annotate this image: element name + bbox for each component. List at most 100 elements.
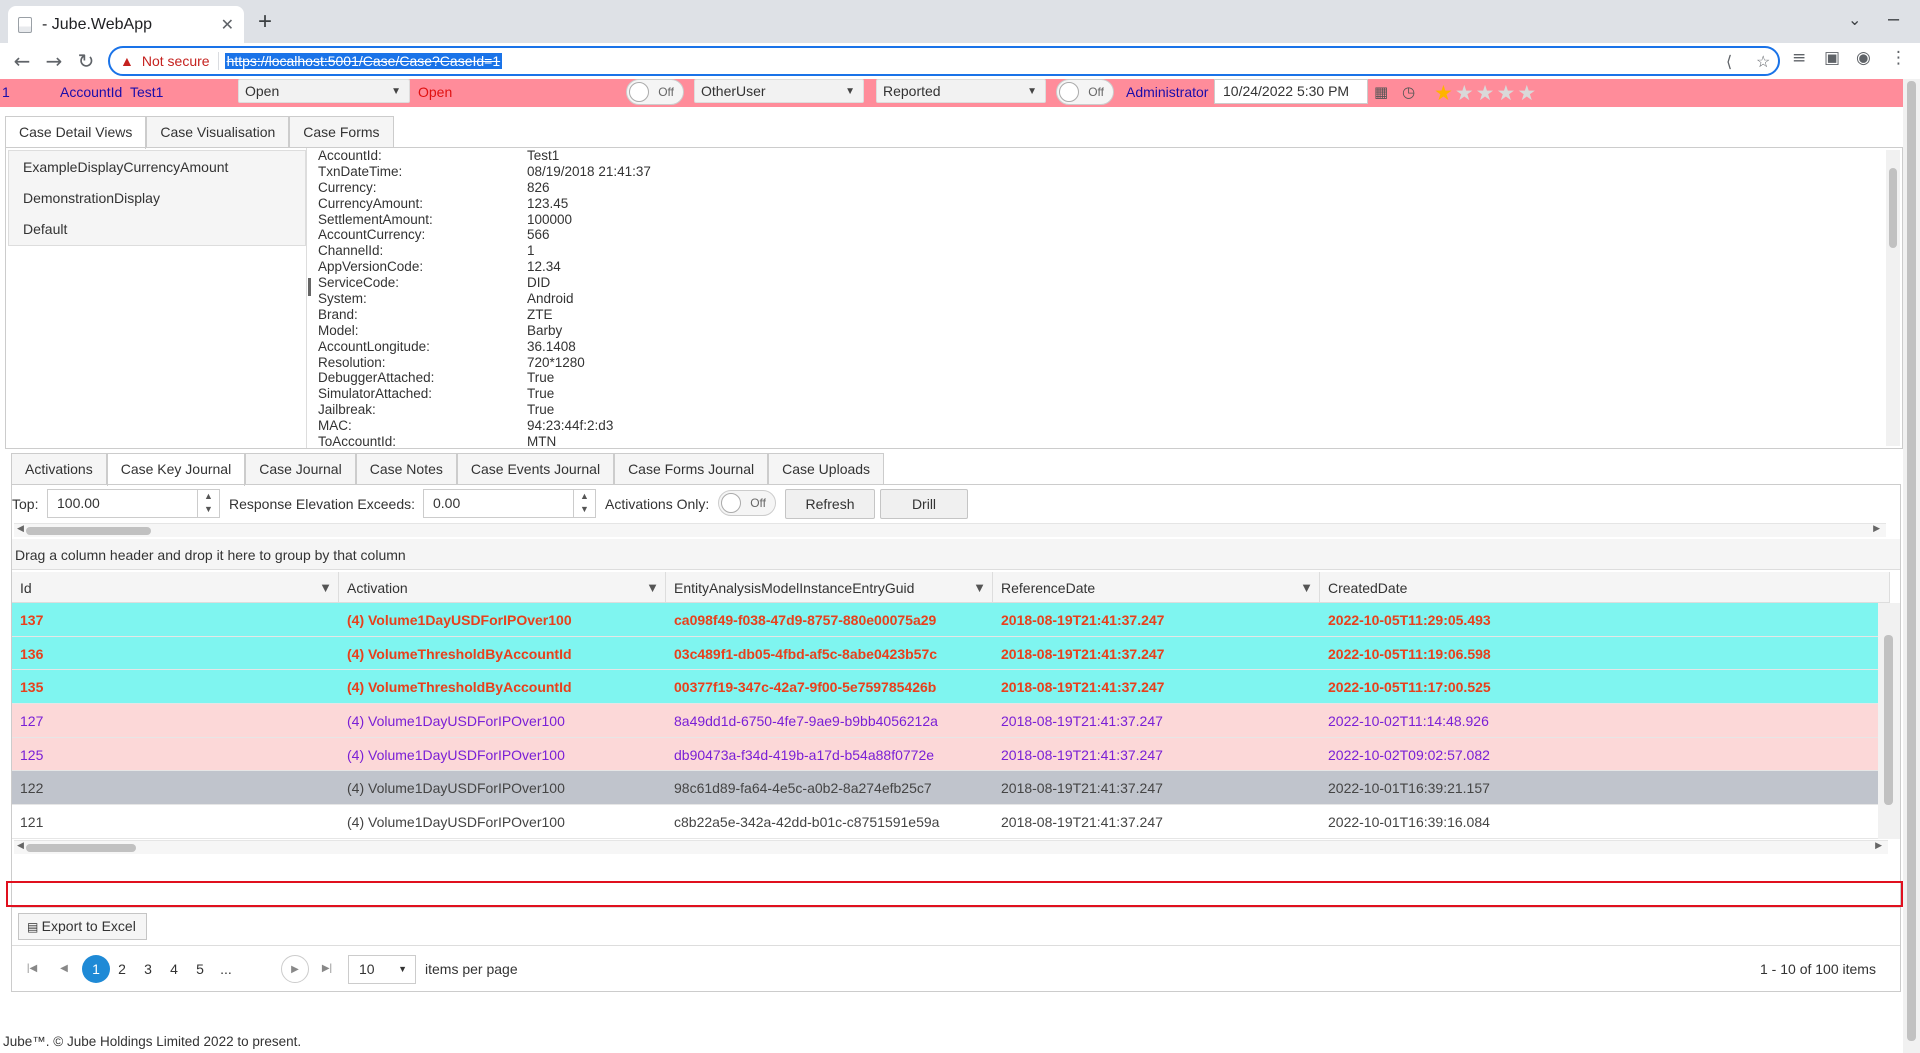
grid-horizontal-scrollbar[interactable]: ◀ ▶ — [14, 840, 1888, 854]
page-button[interactable]: ... — [212, 955, 240, 983]
tab-case-forms[interactable]: Case Forms — [289, 116, 394, 148]
column-header-label: ReferenceDate — [1001, 580, 1096, 596]
tab-activations[interactable]: Activations — [11, 453, 107, 485]
reload-icon[interactable]: ↻ — [72, 47, 100, 75]
lock-switch[interactable]: Off — [626, 79, 684, 105]
tab-search-icon[interactable]: ⌄ — [1848, 10, 1861, 30]
page-scrollbar[interactable] — [1903, 79, 1920, 1053]
toolbar-horizontal-scrollbar[interactable]: ◀ ▶ — [14, 523, 1886, 537]
clock-icon[interactable]: ◷ — [1402, 83, 1415, 101]
first-page-icon[interactable]: |◀ — [18, 955, 46, 983]
activations-only-switch[interactable]: Off — [718, 490, 776, 516]
tab-case-key-journal[interactable]: Case Key Journal — [106, 453, 246, 486]
view-item-demonstration-display[interactable]: DemonstrationDisplay — [9, 182, 305, 213]
group-by-drop-zone[interactable]: Drag a column header and drop it here to… — [12, 539, 1900, 570]
rating-star-icon[interactable]: ★ — [1455, 81, 1476, 105]
last-page-icon[interactable]: ▶| — [313, 955, 341, 983]
scroll-left-icon[interactable]: ◀ — [17, 841, 24, 851]
page-size-select[interactable]: 10 ▼ — [348, 955, 416, 984]
top-spinner-icon[interactable]: ▲ ▼ — [197, 490, 219, 517]
address-bar[interactable]: ▲ Not secure https://localhost:5001/Case… — [108, 46, 1780, 76]
column-header[interactable]: CreatedDate — [1320, 572, 1890, 603]
side-panel-icon[interactable]: ▣ — [1824, 48, 1840, 68]
rating-star-icon[interactable]: ★ — [1476, 81, 1497, 105]
view-item-example-display-currency-amount[interactable]: ExampleDisplayCurrencyAmount — [9, 151, 305, 182]
page-button[interactable]: 5 — [186, 955, 214, 983]
case-status-select[interactable]: Open ▼ — [238, 79, 410, 103]
grid-vertical-scrollbar[interactable] — [1878, 603, 1900, 839]
tab-case-events-journal[interactable]: Case Events Journal — [456, 453, 615, 485]
detail-row: CurrencyAmount: 123.45 — [318, 196, 1888, 212]
page-button[interactable]: 1 — [82, 955, 110, 983]
scroll-right-icon[interactable]: ▶ — [1875, 841, 1882, 851]
export-to-excel-button[interactable]: ▤ Export to Excel — [18, 913, 147, 940]
next-page-icon[interactable]: ▶ — [281, 955, 309, 983]
table-row[interactable]: 136 (4) VolumeThresholdByAccountId 03c489f… — [12, 636, 1890, 671]
filter-icon[interactable]: ▼ — [973, 580, 986, 595]
filter-icon[interactable]: ▼ — [646, 580, 659, 595]
rating-star-icon[interactable]: ★ — [1434, 81, 1455, 105]
scrollbar-thumb[interactable] — [1907, 81, 1916, 1041]
tab-case-notes[interactable]: Case Notes — [355, 453, 457, 485]
response-elevation-value: 0.00 — [433, 495, 461, 511]
elevation-spinner-icon[interactable]: ▲ ▼ — [573, 490, 595, 517]
column-header[interactable]: Id ▼ — [12, 572, 339, 603]
view-item-default[interactable]: Default — [9, 213, 305, 244]
url-text[interactable]: https://localhost:5001/Case/Case?CaseId=… — [224, 53, 503, 69]
tab-case-visualisation[interactable]: Case Visualisation — [146, 116, 290, 148]
page-button[interactable]: 3 — [134, 955, 162, 983]
response-elevation-input[interactable]: 0.00 ▲ ▼ — [423, 489, 596, 518]
detail-key: ChannelId: — [318, 243, 384, 259]
previous-page-icon[interactable]: ◀ — [50, 955, 78, 983]
page-button[interactable]: 4 — [160, 955, 188, 983]
tab-case-uploads[interactable]: Case Uploads — [768, 453, 885, 485]
minimize-icon[interactable]: – — [1888, 8, 1899, 31]
profile-icon[interactable]: ◉ — [1856, 48, 1871, 68]
column-header[interactable]: Activation ▼ — [339, 572, 666, 603]
calendar-icon[interactable]: ▦ — [1374, 83, 1388, 101]
refresh-button[interactable]: Refresh — [785, 489, 875, 519]
bookmark-star-icon[interactable]: ☆ — [1756, 52, 1770, 72]
table-row[interactable]: 127 (4) Volume1DayUSDForIPOver100 8a49dd1d… — [12, 704, 1890, 738]
media-icon[interactable]: ≡ — [1792, 48, 1806, 68]
browser-tab[interactable]: - Jube.WebApp ✕ — [8, 6, 244, 43]
scroll-left-icon[interactable]: ◀ — [17, 524, 24, 534]
menu-icon[interactable]: ⋮ — [1890, 48, 1907, 68]
scrollbar-thumb[interactable] — [26, 844, 136, 852]
rating-star-icon[interactable]: ★ — [1517, 81, 1538, 105]
table-row[interactable]: 121 (4) Volume1DayUSDForIPOver100 c8b22a5e… — [12, 805, 1890, 839]
share-icon[interactable]: ⟨ — [1726, 52, 1732, 72]
filter-icon[interactable]: ▼ — [319, 580, 332, 595]
table-row[interactable]: 135 (4) VolumeThresholdByAccountId 00377f1… — [12, 670, 1890, 705]
scrollbar-thumb[interactable] — [26, 527, 151, 535]
column-header[interactable]: ReferenceDate ▼ — [993, 572, 1320, 603]
splitter-grip-icon[interactable] — [308, 278, 311, 296]
tab-case-journal[interactable]: Case Journal — [245, 453, 356, 485]
drill-button[interactable]: Drill — [880, 489, 968, 519]
top-input[interactable]: 100.00 ▲ ▼ — [47, 489, 220, 518]
filter-icon[interactable]: ▼ — [1300, 580, 1313, 595]
scrollbar-thumb[interactable] — [1884, 635, 1893, 805]
back-icon[interactable]: ← — [8, 47, 36, 75]
tab-case-detail-views[interactable]: Case Detail Views — [5, 116, 147, 149]
diary-date-input[interactable]: 10/24/2022 5:30 PM — [1214, 79, 1368, 104]
table-cell: 137 — [20, 612, 44, 628]
new-tab-icon[interactable]: + — [258, 8, 272, 36]
table-row[interactable]: 137 (4) Volume1DayUSDForIPOver100 ca098f49… — [12, 603, 1890, 637]
table-row[interactable]: 125 (4) Volume1DayUSDForIPOver100 db90473a… — [12, 737, 1890, 772]
case-rating[interactable]: ★★★★★ — [1434, 81, 1538, 105]
rating-star-icon[interactable]: ★ — [1496, 81, 1517, 105]
details-scrollbar[interactable] — [1886, 150, 1900, 446]
case-outcome-select[interactable]: Reported ▼ — [876, 79, 1046, 103]
scroll-right-icon[interactable]: ▶ — [1873, 524, 1880, 534]
table-row[interactable]: 122 (4) Volume1DayUSDForIPOver100 98c61d89… — [12, 771, 1890, 806]
diary-switch[interactable]: Off — [1056, 79, 1114, 105]
column-header[interactable]: EntityAnalysisModelInstanceEntryGuid ▼ — [666, 572, 993, 603]
forward-icon[interactable]: → — [40, 47, 68, 75]
page-button[interactable]: 2 — [108, 955, 136, 983]
tab-case-forms-journal[interactable]: Case Forms Journal — [614, 453, 769, 485]
panel-splitter[interactable] — [306, 148, 312, 448]
locked-user-select[interactable]: OtherUser ▼ — [694, 79, 864, 103]
scrollbar-thumb[interactable] — [1889, 168, 1897, 248]
close-tab-icon[interactable]: ✕ — [221, 15, 234, 34]
